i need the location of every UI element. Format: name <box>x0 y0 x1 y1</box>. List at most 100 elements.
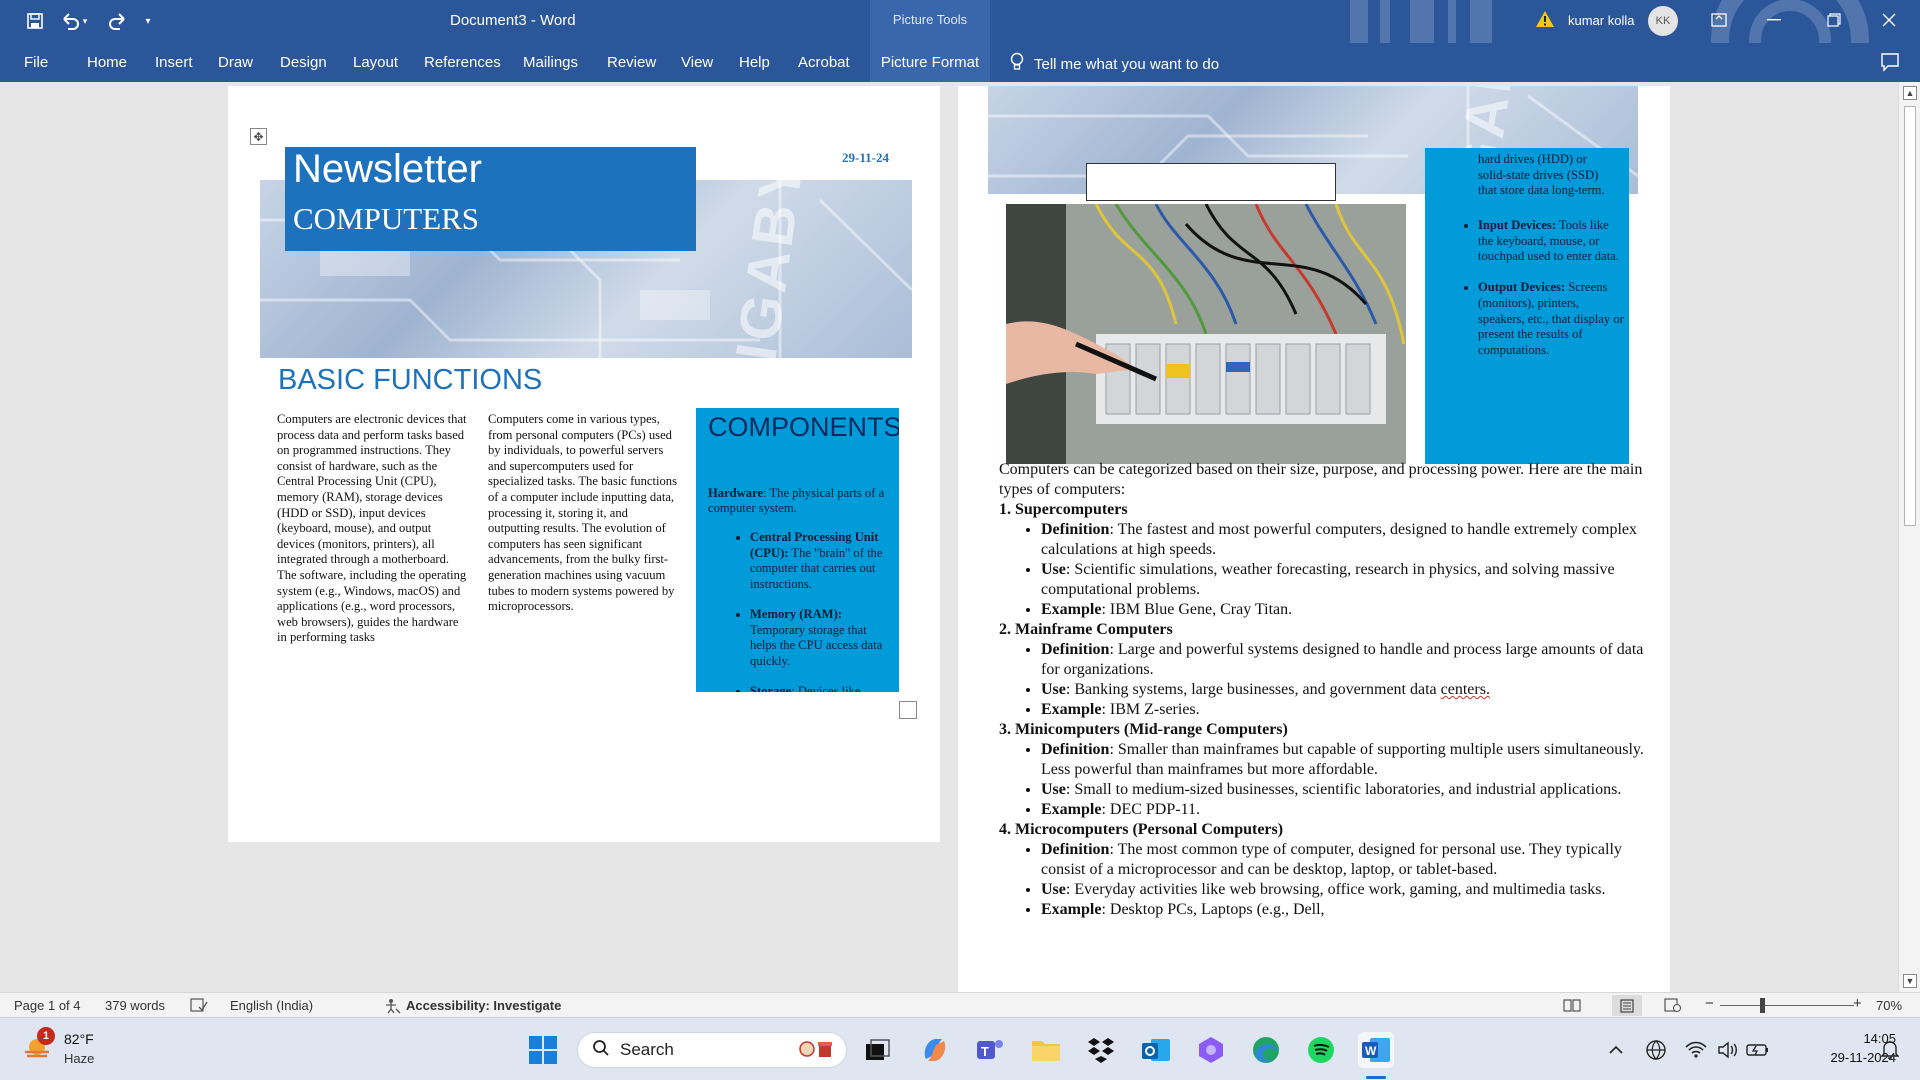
windows-start-icon[interactable] <box>528 1035 558 1070</box>
battery-icon[interactable] <box>1740 1032 1776 1068</box>
copilot-icon[interactable] <box>917 1032 953 1068</box>
list-item-text: : Desktop PCs, Laptops (e.g., Dell, <box>1101 901 1325 918</box>
zoom-in-icon[interactable]: + <box>1853 995 1862 1012</box>
list-item-text: : The most common type of computer, desi… <box>1041 841 1622 878</box>
search-highlight-icon <box>798 1037 834 1064</box>
tab-acrobat[interactable]: Acrobat <box>798 54 850 71</box>
section-heading: 3. Minicomputers (Mid-range Computers) <box>999 721 1288 738</box>
list-item-label: Use <box>1041 881 1066 898</box>
list-item: Example: IBM Z-series. <box>1041 700 1649 720</box>
user-name[interactable]: kumar kolla <box>1568 13 1634 28</box>
tab-draw[interactable]: Draw <box>218 54 253 71</box>
zoom-slider-thumb[interactable] <box>1760 998 1765 1013</box>
avatar[interactable]: KK <box>1648 6 1678 36</box>
minimize-icon[interactable] <box>1751 0 1797 40</box>
components-list: Central Processing Unit (CPU): The "brai… <box>720 530 892 692</box>
zoom-out-icon[interactable]: − <box>1705 995 1714 1012</box>
server-rack-photo[interactable] <box>1006 204 1406 464</box>
accessibility-icon[interactable] <box>384 998 402 1017</box>
tab-layout[interactable]: Layout <box>353 54 398 71</box>
read-mode-icon[interactable] <box>1563 998 1581 1015</box>
list-item-label: Output Devices: <box>1478 280 1566 295</box>
types-intro: Computers can be categorized based on th… <box>999 461 1643 498</box>
notifications-bell-icon[interactable] <box>1872 1032 1908 1068</box>
spotify-icon[interactable] <box>1303 1032 1339 1068</box>
outlook-icon[interactable] <box>1138 1032 1174 1068</box>
save-icon[interactable] <box>20 8 50 34</box>
word-icon[interactable]: W <box>1358 1032 1394 1068</box>
search-label: Search <box>620 1040 674 1059</box>
redo-icon[interactable] <box>102 8 132 34</box>
list-item: Memory (RAM): Temporary storage that hel… <box>750 607 892 669</box>
tab-file[interactable]: File <box>24 54 48 71</box>
page-count[interactable]: Page 1 of 4 <box>14 998 81 1013</box>
language[interactable]: English (India) <box>230 998 313 1013</box>
close-icon[interactable] <box>1866 0 1912 40</box>
list-item: Use: Everyday activities like web browsi… <box>1041 880 1649 900</box>
proofing-icon[interactable] <box>190 998 208 1015</box>
tell-me-label: Tell me what you want to do <box>1034 55 1220 73</box>
document-title: Document3 - Word <box>450 12 576 29</box>
ribbon-display-options-icon[interactable] <box>1696 0 1742 40</box>
section-heading: 2. Mainframe Computers <box>999 621 1173 638</box>
scroll-down-icon[interactable]: ▼ <box>1903 974 1917 988</box>
restore-icon[interactable] <box>1811 0 1857 40</box>
list-item-text: : Large and powerful systems designed to… <box>1041 641 1644 678</box>
edge-icon[interactable] <box>1248 1032 1284 1068</box>
page-2[interactable]: GIGABY <box>958 86 1670 992</box>
tab-references[interactable]: References <box>424 54 501 71</box>
scroll-up-icon[interactable]: ▲ <box>1903 86 1917 100</box>
show-hidden-icons-chevron-icon[interactable] <box>1598 1032 1634 1068</box>
word-count[interactable]: 379 words <box>105 998 165 1013</box>
list-item-label: Use <box>1041 781 1066 798</box>
dropbox-icon[interactable] <box>1083 1032 1119 1068</box>
move-handle-icon[interactable]: ✥ <box>250 128 267 145</box>
zoom-slider[interactable] <box>1720 1005 1854 1006</box>
components-sidebar[interactable]: COMPONENTS Hardware: The physical parts … <box>696 408 899 692</box>
tab-home[interactable]: Home <box>87 54 127 71</box>
list-item: Use: Small to medium-sized businesses, s… <box>1041 780 1649 800</box>
list-item-text: : IBM Blue Gene, Cray Titan. <box>1101 601 1293 618</box>
tab-picture-format[interactable]: Picture Format <box>870 43 990 82</box>
tab-help[interactable]: Help <box>739 54 770 71</box>
scrollbar-thumb[interactable] <box>1904 106 1916 526</box>
zoom-level[interactable]: 70% <box>1876 998 1902 1013</box>
document-area[interactable]: GIGABY Newsletter COMPUTERS ✥ 29-11-24 B… <box>0 82 1920 992</box>
warning-icon[interactable] <box>1535 10 1555 33</box>
spelling-flagged-word[interactable]: centers. <box>1441 681 1490 698</box>
file-explorer-icon[interactable] <box>1028 1032 1064 1068</box>
newsletter-title-box[interactable]: Newsletter COMPUTERS <box>285 147 696 251</box>
wifi-icon[interactable] <box>1678 1032 1714 1068</box>
active-app-indicator <box>1366 1076 1386 1079</box>
undo-dropdown-icon[interactable]: ▾ <box>78 8 92 34</box>
customize-qat-icon[interactable]: ▾ <box>138 8 158 34</box>
tab-view[interactable]: View <box>681 54 713 71</box>
vertical-scrollbar[interactable]: ▲ ▼ <box>1898 82 1920 992</box>
weather-description[interactable]: Haze <box>64 1051 94 1066</box>
list-item: Input Devices: Tools like the keyboard, … <box>1478 218 1625 265</box>
publication-date: 29-11-24 <box>842 150 889 165</box>
app-icon-purple[interactable] <box>1193 1032 1229 1068</box>
tab-mailings[interactable]: Mailings <box>523 54 578 71</box>
task-view-icon[interactable] <box>860 1032 896 1068</box>
list-item-text: Temporary storage that helps the CPU acc… <box>750 622 883 668</box>
list-item-text: : DEC PDP-11. <box>1101 801 1200 818</box>
teams-icon[interactable]: T <box>972 1032 1008 1068</box>
web-layout-icon[interactable] <box>1664 998 1682 1015</box>
resize-handle[interactable] <box>899 701 917 719</box>
page-1[interactable]: GIGABY Newsletter COMPUTERS ✥ 29-11-24 B… <box>228 86 940 842</box>
comments-icon[interactable] <box>1880 52 1900 76</box>
tab-design[interactable]: Design <box>280 54 327 71</box>
empty-text-box[interactable] <box>1086 163 1336 201</box>
tell-me-search[interactable]: Tell me what you want to do <box>1010 52 1219 76</box>
print-layout-icon[interactable] <box>1612 995 1642 1016</box>
network-globe-icon[interactable] <box>1638 1032 1674 1068</box>
tab-review[interactable]: Review <box>607 54 656 71</box>
weather-temperature[interactable]: 82°F <box>64 1031 94 1047</box>
taskbar-search[interactable]: Search <box>577 1032 847 1068</box>
newsletter-title: Newsletter <box>293 147 482 191</box>
tab-insert[interactable]: Insert <box>155 54 193 71</box>
components-sidebar-continued[interactable]: hard drives (HDD) or solid-state drives … <box>1425 148 1629 464</box>
section-list: Definition: The fastest and most powerfu… <box>999 520 1649 620</box>
accessibility-status[interactable]: Accessibility: Investigate <box>406 998 561 1013</box>
